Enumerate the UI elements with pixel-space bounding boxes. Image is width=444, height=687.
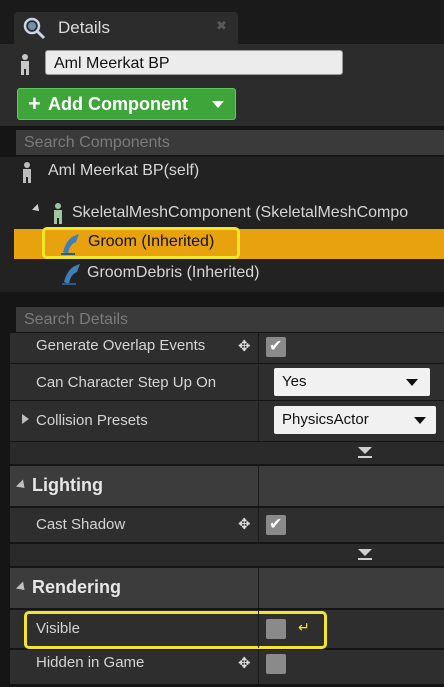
name-input[interactable]: Aml Meerkat BP [45, 50, 343, 75]
can-step-up-value: Yes [282, 373, 307, 390]
chevron-down-icon [358, 447, 372, 454]
add-component-label: Add Component [48, 94, 188, 114]
column-divider [258, 364, 259, 400]
advanced-toggle[interactable] [10, 544, 444, 566]
add-component-button[interactable]: + Add Component [17, 88, 236, 120]
name-row: Aml Meerkat BP [0, 44, 444, 84]
column-divider [258, 610, 259, 648]
tree-item-groom-debris[interactable]: GroomDebris (Inherited) [87, 264, 260, 282]
actor-icon [23, 162, 31, 183]
details-tab[interactable]: Details ✖ [14, 12, 238, 44]
plus-icon: + [28, 91, 41, 116]
shared-property-icon: ✥ [238, 338, 251, 355]
visible-label: Visible [36, 620, 80, 637]
skeletal-mesh-icon [54, 203, 62, 224]
cast-shadow-label: Cast Shadow [36, 516, 126, 533]
check-icon: ✔ [269, 516, 283, 533]
search-details-input[interactable]: Search Details [16, 307, 444, 332]
generate-overlap-checkbox[interactable]: ✔ [266, 337, 286, 357]
collapse-arrow-icon [15, 479, 29, 492]
groom-icon [62, 264, 80, 285]
tab-title: Details [58, 18, 110, 37]
chevron-down-icon [414, 417, 426, 424]
tab-bar: Details ✖ [0, 0, 444, 44]
hidden-in-game-checkbox[interactable] [266, 654, 286, 674]
shared-property-icon: ✥ [238, 516, 251, 533]
hidden-in-game-label: Hidden in Game [36, 654, 145, 671]
generate-overlap-label: Generate Overlap Events [36, 337, 206, 354]
check-icon: ✔ [269, 338, 283, 355]
advanced-bar-icon [358, 558, 372, 560]
rendering-category-header[interactable]: Rendering [10, 568, 444, 608]
lighting-category-header[interactable]: Lighting [10, 466, 444, 506]
column-divider [258, 650, 259, 684]
property-row: Visible ↵ [10, 610, 444, 649]
tree-item-groom: Groom (Inherited) [88, 233, 215, 250]
column-divider [258, 568, 259, 608]
collapse-arrow-icon [15, 581, 29, 594]
chevron-down-icon [212, 101, 224, 108]
actor-icon [21, 54, 29, 75]
shared-property-icon: ✥ [238, 655, 251, 672]
tree-item-skeletal-mesh[interactable]: SkeletalMeshComponent (SkeletalMeshCompo [72, 204, 408, 222]
lighting-title: Lighting [32, 475, 103, 495]
collision-presets-dropdown[interactable]: PhysicsActor [274, 406, 436, 434]
reset-to-default-icon[interactable]: ↵ [298, 619, 310, 636]
column-divider [258, 466, 259, 506]
expand-arrow-icon[interactable] [32, 204, 42, 214]
details-icon [23, 17, 46, 40]
tree-root-item[interactable]: Aml Meerkat BP(self) [48, 162, 199, 180]
property-row: Collision Presets PhysicsActor [10, 401, 444, 441]
property-row: Hidden in Game ✥ [10, 650, 444, 684]
visible-checkbox[interactable] [266, 619, 286, 639]
tree-item-groom-row[interactable]: Groom (Inherited) [14, 227, 444, 259]
cast-shadow-checkbox[interactable]: ✔ [266, 515, 286, 535]
column-divider [258, 401, 259, 441]
collision-presets-value: PhysicsActor [282, 411, 369, 428]
component-tree: Aml Meerkat BP(self) SkeletalMeshCompone… [0, 157, 444, 292]
property-row: Cast Shadow ✥ ✔ [10, 508, 444, 542]
property-row: Generate Overlap Events ✥ ✔ [10, 333, 444, 363]
expand-arrow-icon[interactable] [22, 414, 29, 424]
chevron-down-icon [406, 379, 418, 386]
can-step-up-dropdown[interactable]: Yes [274, 368, 430, 396]
add-component-row: + Add Component [0, 84, 444, 126]
groom-icon [61, 234, 79, 255]
column-divider [258, 333, 259, 363]
property-row: Can Character Step Up On Yes [10, 364, 444, 400]
collision-presets-label: Collision Presets [36, 412, 148, 429]
groom-highlight-box: Groom (Inherited) [42, 227, 240, 259]
advanced-toggle[interactable] [10, 442, 444, 464]
chevron-down-icon [358, 549, 372, 556]
can-step-up-label: Can Character Step Up On [36, 374, 217, 391]
search-components-input[interactable]: Search Components [16, 130, 444, 155]
close-icon[interactable]: ✖ [216, 18, 227, 34]
rendering-title: Rendering [32, 577, 122, 597]
advanced-bar-icon [358, 456, 372, 458]
column-divider [258, 508, 259, 542]
